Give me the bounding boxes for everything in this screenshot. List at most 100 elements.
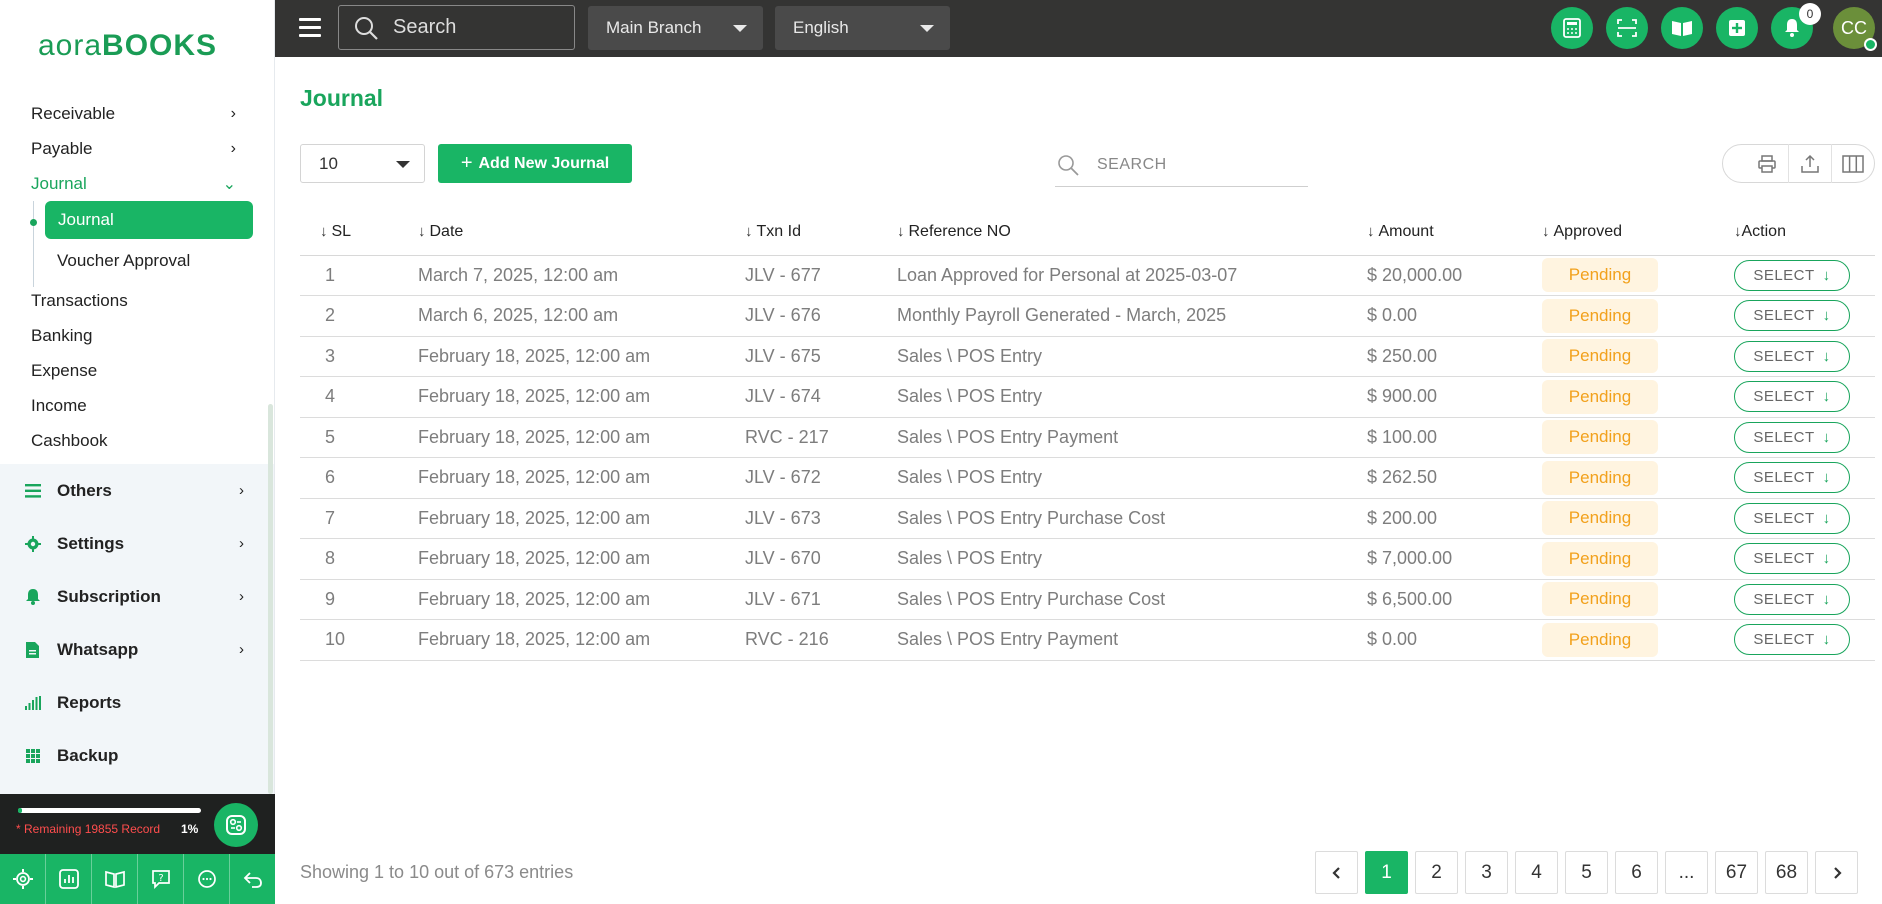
user-avatar[interactable]: CC (1833, 7, 1877, 51)
status-badge: Pending (1542, 379, 1658, 414)
page-button-2[interactable]: 2 (1415, 851, 1458, 894)
menu-toggle-icon[interactable] (299, 18, 321, 38)
bar-chart-icon (24, 694, 41, 711)
scan-button[interactable] (1606, 7, 1648, 49)
page-button-3[interactable]: 3 (1465, 851, 1508, 894)
page-button-68[interactable]: 68 (1765, 851, 1808, 894)
sidebar-item-banking[interactable]: Banking (0, 318, 274, 353)
sidebar-item-label: Journal (31, 173, 87, 193)
guide-button[interactable] (1661, 7, 1703, 49)
sidebar-group-whatsapp[interactable]: Whatsapp › (0, 623, 274, 676)
column-header-action[interactable]: ↓Action (1734, 210, 1875, 256)
sidebar-group-reports[interactable]: Reports (0, 676, 274, 729)
arrow-down-icon: ↓ (1822, 307, 1831, 325)
column-header-sl[interactable]: ↓ SL (300, 210, 418, 256)
select-label: SELECT (1753, 428, 1815, 446)
bottom-guide-button[interactable] (92, 854, 138, 904)
row-select-button[interactable]: SELECT ↓ (1734, 381, 1850, 413)
bottom-support-button[interactable] (184, 854, 230, 904)
sidebar-scrollbar[interactable] (268, 404, 273, 794)
column-header-reference[interactable]: ↓ Reference NO (897, 210, 1367, 256)
cell-action: SELECT ↓ (1734, 457, 1875, 499)
row-select-button[interactable]: SELECT ↓ (1734, 583, 1850, 615)
global-search-input[interactable]: Search (338, 5, 575, 50)
row-select-button[interactable]: SELECT ↓ (1734, 300, 1850, 332)
sidebar-group-settings[interactable]: Settings › (0, 517, 274, 570)
column-header-amount[interactable]: ↓ Amount (1367, 210, 1542, 256)
sidebar-item-income[interactable]: Income (0, 388, 274, 423)
table-row: 1 March 7, 2025, 12:00 am JLV - 677 Loan Ap… (300, 255, 1875, 296)
book-icon (104, 870, 125, 889)
table-row: 9 February 18, 2025, 12:00 am JLV - 671 Sal… (300, 579, 1875, 620)
row-select-button[interactable]: SELECT ↓ (1734, 502, 1850, 534)
select-label: SELECT (1753, 509, 1815, 527)
cell-sl: 10 (300, 619, 418, 661)
cell-sl: 2 (300, 295, 418, 337)
row-select-button[interactable]: SELECT ↓ (1734, 462, 1850, 494)
columns-button[interactable] (1831, 144, 1874, 183)
column-header-date[interactable]: ↓ Date (418, 210, 745, 256)
page-button-5[interactable]: 5 (1565, 851, 1608, 894)
cell-txn-id: JLV - 673 (745, 498, 897, 539)
cell-txn-id: JLV - 671 (745, 579, 897, 620)
undo-icon (243, 872, 262, 888)
bottom-reports-button[interactable] (46, 854, 92, 904)
bottom-logout-button[interactable] (230, 854, 275, 904)
language-select[interactable]: English (775, 6, 950, 50)
column-header-approved[interactable]: ↓ Approved (1542, 210, 1734, 256)
sidebar-item-transactions[interactable]: Transactions (0, 283, 274, 318)
sidebar-item-label: Receivable (31, 103, 116, 123)
logo-text-b: BOOKS (102, 29, 218, 62)
cell-reference: Sales \ POS Entry (897, 336, 1367, 377)
print-button[interactable] (1745, 144, 1788, 183)
calculator-button[interactable] (1551, 7, 1593, 49)
per-page-select[interactable]: 10 (300, 144, 425, 183)
row-select-button[interactable]: SELECT ↓ (1734, 543, 1850, 575)
sidebar-item-expense[interactable]: Expense (0, 353, 274, 388)
next-page-button[interactable] (1815, 851, 1858, 894)
table-row: 5 February 18, 2025, 12:00 am RVC - 217 Sal… (300, 417, 1875, 458)
cell-approved: Pending (1542, 457, 1734, 499)
page-button-67[interactable]: 67 (1715, 851, 1758, 894)
cell-approved: Pending (1542, 579, 1734, 620)
bottom-help-button[interactable]: ? (138, 854, 184, 904)
chevron-right-icon: › (239, 535, 244, 552)
sidebar-group-backup[interactable]: Backup (0, 729, 274, 782)
sidebar-item-receivable[interactable]: Receivable › (0, 96, 274, 131)
sidebar-item-journal[interactable]: Journal ⌄ (0, 166, 274, 201)
sidebar-subitem-voucher-approval[interactable]: Voucher Approval (44, 239, 274, 283)
cell-approved: Pending (1542, 295, 1734, 337)
row-select-button[interactable]: SELECT ↓ (1734, 340, 1850, 372)
prev-page-button[interactable] (1315, 851, 1358, 894)
page-button-1[interactable]: 1 (1365, 851, 1408, 894)
table-search-input[interactable]: SEARCH (1055, 143, 1308, 187)
scan-icon (1617, 19, 1637, 37)
upgrade-button[interactable] (214, 803, 258, 847)
bottom-settings-button[interactable] (0, 854, 46, 904)
avatar-initials: CC (1841, 17, 1867, 38)
cell-txn-id: JLV - 674 (745, 376, 897, 418)
logo[interactable]: aoraBOOKS (0, 0, 274, 92)
sidebar-item-cashbook[interactable]: Cashbook (0, 423, 274, 458)
row-select-button[interactable]: SELECT ↓ (1734, 421, 1850, 453)
select-label: SELECT (1753, 550, 1815, 568)
add-new-journal-button[interactable]: + Add New Journal (438, 144, 632, 183)
cell-action: SELECT ↓ (1734, 295, 1875, 337)
table-row: 2 March 6, 2025, 12:00 am JLV - 676 Monthly… (300, 295, 1875, 337)
notifications-button[interactable]: 0 (1771, 3, 1821, 49)
sidebar-group-subscription[interactable]: Subscription › (0, 570, 274, 623)
page-button-4[interactable]: 4 (1515, 851, 1558, 894)
cell-action: SELECT ↓ (1734, 619, 1875, 661)
page-button-6[interactable]: 6 (1615, 851, 1658, 894)
sidebar-subitem-journal[interactable]: Journal (45, 201, 253, 239)
sidebar-group-others[interactable]: Others › (0, 464, 274, 517)
table-row: 4 February 18, 2025, 12:00 am JLV - 674 Sal… (300, 376, 1875, 418)
row-select-button[interactable]: SELECT ↓ (1734, 259, 1850, 291)
row-select-button[interactable]: SELECT ↓ (1734, 624, 1850, 656)
cell-reference: Sales \ POS Entry (897, 376, 1367, 418)
sidebar-item-payable[interactable]: Payable › (0, 131, 274, 166)
export-button[interactable] (1788, 144, 1831, 183)
branch-select[interactable]: Main Branch (588, 6, 763, 50)
quick-add-button[interactable] (1716, 7, 1758, 49)
column-header-txn-id[interactable]: ↓ Txn Id (745, 210, 897, 256)
